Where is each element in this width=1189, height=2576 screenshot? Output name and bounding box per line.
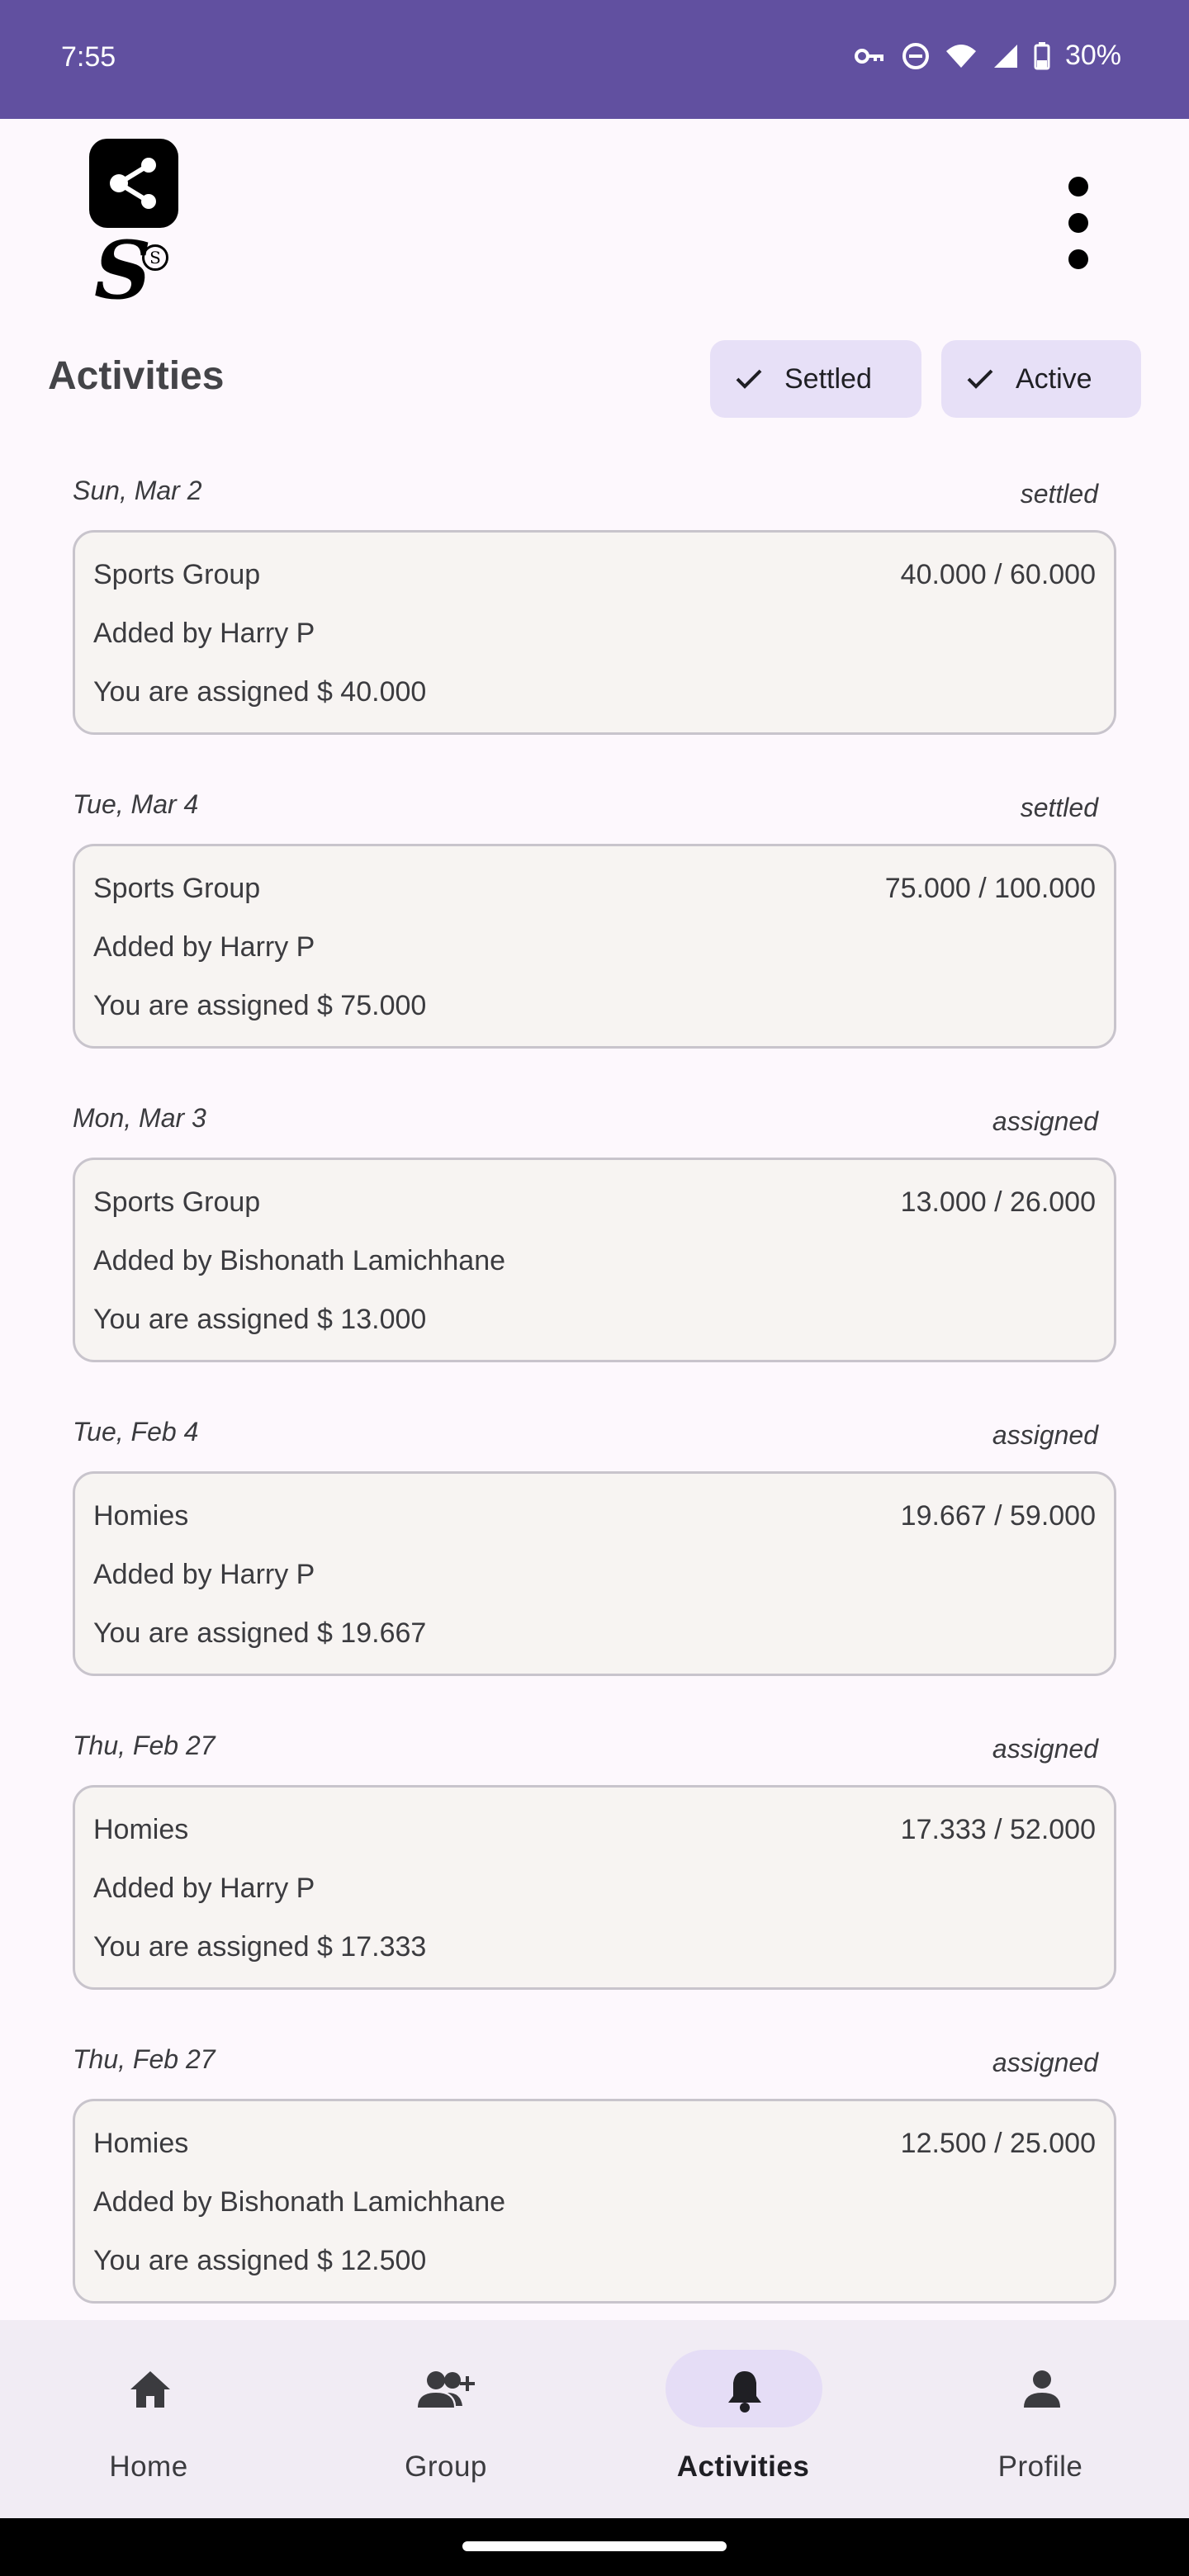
more-dot-icon — [1068, 177, 1088, 197]
card-amount: 75.000 / 100.000 — [884, 873, 1096, 904]
more-options-button[interactable] — [1062, 177, 1095, 269]
card-amount: 19.667 / 59.000 — [900, 1500, 1096, 1532]
filter-chip-settled[interactable]: Settled — [710, 340, 921, 418]
card-group-name: Homies — [93, 2128, 189, 2159]
card-assigned: You are assigned $ 19.667 — [93, 1617, 427, 1649]
card-added-by: Added by Harry P — [93, 931, 315, 963]
card-amount: 13.000 / 26.000 — [900, 1186, 1096, 1218]
activity-date: Tue, Mar 4 — [73, 789, 199, 819]
card-assigned: You are assigned $ 75.000 — [93, 990, 427, 1021]
check-icon — [736, 369, 762, 389]
activity-status: assigned — [992, 1420, 1098, 1450]
nav-label: Group — [405, 2451, 487, 2483]
battery-icon — [1034, 41, 1050, 69]
activity-status: assigned — [992, 1106, 1098, 1136]
gesture-bar — [0, 2518, 1189, 2576]
activity-status: settled — [1020, 479, 1098, 509]
person-icon — [1024, 2370, 1060, 2408]
card-group-name: Sports Group — [93, 873, 261, 904]
status-time: 7:55 — [61, 41, 116, 73]
card-amount: 17.333 / 52.000 — [900, 1814, 1096, 1845]
activity-header: Sun, Mar 2 settled — [73, 476, 1098, 517]
card-added-by: Added by Harry P — [93, 1559, 315, 1590]
status-bar: 7:55 30% — [0, 0, 1189, 119]
card-assigned: You are assigned $ 40.000 — [93, 676, 427, 708]
nav-label: Profile — [997, 2451, 1083, 2483]
logo-letter: S — [94, 224, 152, 317]
card-added-by: Added by Harry P — [93, 1873, 315, 1904]
card-group-name: Homies — [93, 1500, 189, 1532]
more-dot-icon — [1068, 249, 1088, 269]
activity-date: Sun, Mar 2 — [73, 476, 202, 505]
activity-header: Thu, Feb 27 assigned — [73, 1731, 1098, 1772]
activity-card[interactable]: Sports Group 75.000 / 100.000 Added by H… — [73, 844, 1116, 1049]
activity-header: Tue, Feb 4 assigned — [73, 1417, 1098, 1458]
nav-label: Home — [109, 2451, 188, 2483]
registered-mark: S — [142, 244, 168, 271]
check-icon — [967, 369, 993, 389]
share-icon — [110, 158, 156, 209]
activity-card[interactable]: Homies 17.333 / 52.000 Added by Harry P … — [73, 1785, 1116, 1990]
activity-date: Thu, Feb 27 — [73, 2044, 216, 2074]
battery-percentage: 30% — [1064, 40, 1121, 71]
card-amount: 12.500 / 25.000 — [900, 2128, 1096, 2159]
activity-header: Mon, Mar 3 assigned — [73, 1103, 1098, 1144]
bell-icon — [728, 2371, 761, 2413]
card-added-by: Added by Harry P — [93, 618, 315, 649]
activity-date: Tue, Feb 4 — [73, 1417, 199, 1447]
card-added-by: Added by Bishonath Lamichhane — [93, 1245, 506, 1276]
nav-item-group[interactable]: Group — [297, 2320, 594, 2518]
activity-card[interactable]: Sports Group 40.000 / 60.000 Added by Ha… — [73, 530, 1116, 735]
card-assigned: You are assigned $ 12.500 — [93, 2245, 427, 2276]
activity-header: Thu, Feb 27 assigned — [73, 2044, 1098, 2086]
filter-chip-active[interactable]: Active — [941, 340, 1141, 418]
app-header: S S — [0, 119, 1189, 334]
nav-item-activities[interactable]: Activities — [594, 2320, 892, 2518]
nav-item-profile[interactable]: Profile — [892, 2320, 1189, 2518]
vpn-key-icon — [854, 48, 883, 64]
more-dot-icon — [1068, 213, 1088, 233]
card-group-name: Sports Group — [93, 559, 261, 590]
app-logo — [89, 139, 178, 228]
activity-status: assigned — [992, 1734, 1098, 1764]
card-assigned: You are assigned $ 13.000 — [93, 1304, 427, 1335]
wifi-icon — [945, 44, 976, 68]
activity-card[interactable]: Homies 12.500 / 25.000 Added by Bishonat… — [73, 2099, 1116, 2304]
add-group-icon — [418, 2371, 475, 2408]
activity-date: Mon, Mar 3 — [73, 1103, 206, 1133]
signal-icon — [993, 44, 1017, 68]
home-gesture-handle[interactable] — [462, 2541, 727, 2551]
activity-status: settled — [1020, 793, 1098, 822]
card-group-name: Homies — [93, 1814, 189, 1845]
card-group-name: Sports Group — [93, 1186, 261, 1218]
home-icon — [130, 2371, 170, 2408]
activity-date: Thu, Feb 27 — [73, 1731, 216, 1760]
activity-card[interactable]: Sports Group 13.000 / 26.000 Added by Bi… — [73, 1158, 1116, 1362]
status-icons: 30% — [854, 40, 1121, 72]
do-not-disturb-icon — [902, 42, 929, 69]
bottom-navigation: Home Group Activities Profile — [0, 2320, 1189, 2518]
card-assigned: You are assigned $ 17.333 — [93, 1931, 427, 1963]
activity-card[interactable]: Homies 19.667 / 59.000 Added by Harry P … — [73, 1471, 1116, 1676]
card-amount: 40.000 / 60.000 — [900, 559, 1096, 590]
chip-label: Active — [1016, 362, 1092, 395]
nav-item-home[interactable]: Home — [0, 2320, 297, 2518]
activity-status: assigned — [992, 2048, 1098, 2077]
chip-label: Settled — [784, 362, 872, 395]
activity-header: Tue, Mar 4 settled — [73, 789, 1098, 831]
card-added-by: Added by Bishonath Lamichhane — [93, 2186, 506, 2218]
page-title: Activities — [48, 354, 225, 398]
nav-label: Activities — [676, 2451, 810, 2483]
